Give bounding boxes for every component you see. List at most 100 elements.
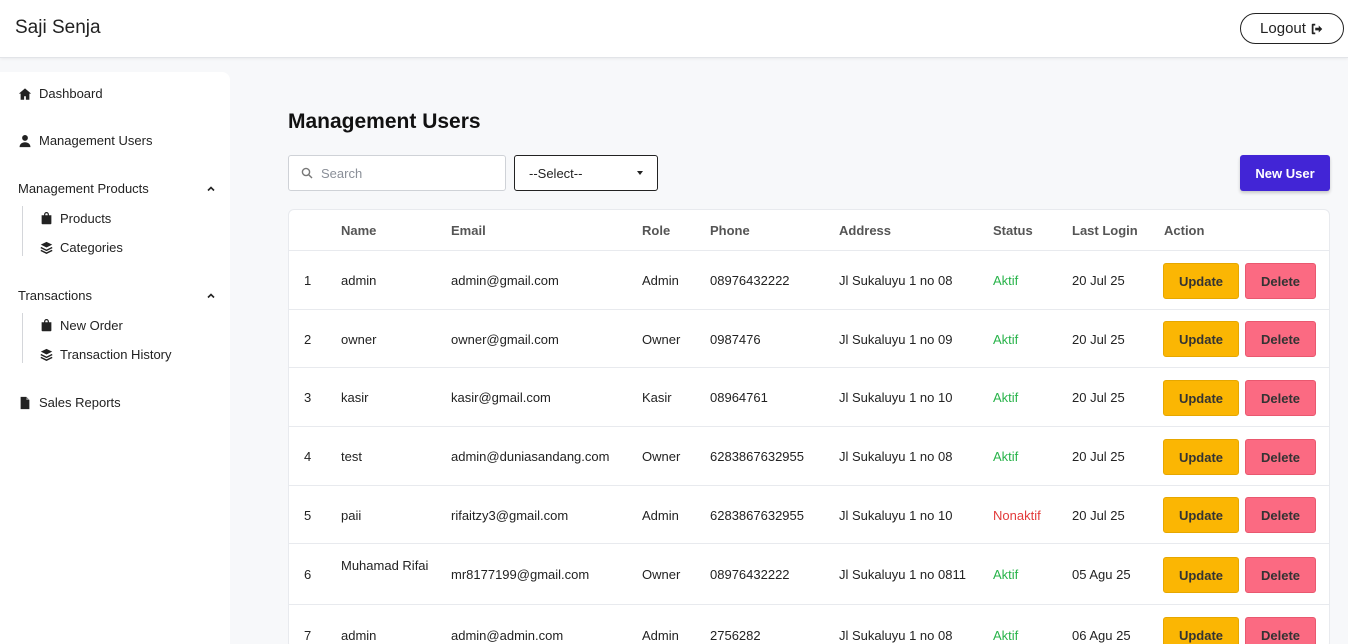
sidebar-item-label: Dashboard — [39, 86, 103, 101]
update-button[interactable]: Update — [1163, 263, 1239, 299]
phone-cell: 08976432222 — [710, 567, 790, 582]
status-cell: Aktif — [993, 390, 1019, 405]
update-button[interactable]: Update — [1163, 321, 1239, 357]
phone-cell: 0987476 — [710, 332, 761, 347]
status-cell: Aktif — [993, 332, 1019, 347]
sidebar-item-management-users[interactable]: Management Users — [18, 133, 152, 148]
name-cell: owner — [341, 332, 377, 347]
column-header: Action — [1164, 223, 1205, 238]
update-button[interactable]: Update — [1163, 617, 1239, 644]
phone-cell: 2756282 — [710, 628, 761, 643]
update-button[interactable]: Update — [1163, 497, 1239, 533]
table-row: 5 paii rifaitzy3@gmail.com Admin 62838676329… — [289, 486, 1329, 544]
role-cell: Owner — [642, 449, 681, 464]
page-title: Management Users — [288, 110, 481, 133]
email-cell: admin@gmail.com — [451, 273, 559, 288]
status-cell: Aktif — [993, 449, 1019, 464]
last-login-cell: 05 Agu 25 — [1072, 567, 1131, 582]
sidebar-group-transactions[interactable]: Transactions — [18, 288, 216, 303]
logout-icon — [1311, 23, 1323, 34]
new-user-button[interactable]: New User — [1240, 155, 1330, 191]
row-number-cell: 1 — [304, 273, 312, 288]
sidebar-item-products[interactable]: Products — [40, 211, 111, 226]
email-cell: admin@duniasandang.com — [451, 449, 610, 464]
last-login-cell: 20 Jul 25 — [1072, 332, 1125, 347]
table-row: 6 Muhamad Rifai mr8177199@gmail.com Owner 08… — [289, 544, 1329, 605]
row-number-cell: 3 — [304, 390, 312, 405]
table-row: 3 kasir kasir@gmail.com Kasir 08964761 Jl Suk… — [289, 368, 1329, 427]
sidebar-item-transaction-history[interactable]: Transaction History — [40, 347, 172, 362]
update-button[interactable]: Update — [1163, 557, 1239, 593]
sidebar-item-label: Transaction History — [60, 347, 172, 362]
search-icon — [301, 167, 313, 179]
status-cell: Aktif — [993, 273, 1019, 288]
column-header: Address — [839, 223, 892, 238]
brand-title: Saji Senja — [15, 17, 101, 38]
sidebar-group-label: Management Products — [18, 181, 149, 196]
address-cell: Jl Sukaluyu 1 no 10 — [839, 390, 953, 405]
delete-button[interactable]: Delete — [1245, 617, 1316, 644]
table-row: 2 owner owner@gmail.com Owner 0987476 Jl Suka… — [289, 310, 1329, 368]
file-icon — [20, 396, 30, 409]
email-cell: mr8177199@gmail.com — [451, 567, 590, 582]
last-login-cell: 20 Jul 25 — [1072, 449, 1125, 464]
status-cell: Aktif — [993, 567, 1019, 582]
chevron-up-icon — [207, 292, 215, 298]
sidebar-item-new-order[interactable]: New Order — [40, 318, 123, 333]
role-cell: Kasir — [642, 390, 672, 405]
logout-label: Logout — [1260, 20, 1306, 37]
search-input[interactable] — [321, 165, 491, 181]
address-cell: Jl Sukaluyu 1 no 08 — [839, 449, 953, 464]
delete-button[interactable]: Delete — [1245, 263, 1316, 299]
bag-icon — [41, 212, 52, 225]
address-cell: Jl Sukaluyu 1 no 10 — [839, 508, 953, 523]
layers-icon — [40, 348, 53, 361]
caret-down-icon — [637, 171, 643, 175]
search-box[interactable] — [288, 155, 506, 191]
phone-cell: 08976432222 — [710, 273, 790, 288]
logout-button[interactable]: Logout — [1240, 13, 1344, 44]
phone-cell: 6283867632955 — [710, 449, 804, 464]
delete-button[interactable]: Delete — [1245, 439, 1316, 475]
delete-button[interactable]: Delete — [1245, 380, 1316, 416]
last-login-cell: 20 Jul 25 — [1072, 390, 1125, 405]
sidebar-item-sales-reports[interactable]: Sales Reports — [18, 395, 121, 410]
delete-button[interactable]: Delete — [1245, 497, 1316, 533]
email-cell: kasir@gmail.com — [451, 390, 551, 405]
layers-icon — [40, 241, 53, 254]
column-header: Phone — [710, 223, 750, 238]
submenu-divider — [22, 313, 23, 363]
submenu-divider — [22, 206, 23, 256]
top-navbar: Saji Senja Logout — [0, 0, 1348, 58]
sidebar-item-dashboard[interactable]: Dashboard — [18, 86, 103, 101]
update-button[interactable]: Update — [1163, 380, 1239, 416]
column-header: Status — [993, 223, 1033, 238]
role-cell: Owner — [642, 567, 681, 582]
table-row: 7 admin admin@admin.com Admin 2756282 Jl Suka… — [289, 605, 1329, 644]
name-cell: test — [341, 449, 362, 464]
email-cell: owner@gmail.com — [451, 332, 559, 347]
role-cell: Owner — [642, 332, 681, 347]
table-row: 4 test admin@duniasandang.com Owner 62838676… — [289, 427, 1329, 486]
name-cell: Muhamad Rifai — [341, 558, 429, 573]
table-row: 1 admin admin@gmail.com Admin 08976432222 Jl … — [289, 251, 1329, 310]
address-cell: Jl Sukaluyu 1 no 08 — [839, 628, 953, 643]
user-icon — [19, 134, 31, 147]
sidebar-group-management-products[interactable]: Management Products — [18, 181, 216, 196]
sidebar-item-label: Categories — [60, 240, 123, 255]
table-header-row: Name Email Role Phone Address Status Las… — [289, 210, 1329, 251]
column-header: Role — [642, 223, 671, 238]
address-cell: Jl Sukaluyu 1 no 08 — [839, 273, 953, 288]
sidebar-group-label: Transactions — [18, 288, 92, 303]
role-filter-select[interactable]: --Select-- — [514, 155, 658, 191]
delete-button[interactable]: Delete — [1245, 557, 1316, 593]
role-cell: Admin — [642, 628, 679, 643]
home-icon — [18, 87, 32, 100]
sidebar-item-categories[interactable]: Categories — [40, 240, 123, 255]
update-button[interactable]: Update — [1163, 439, 1239, 475]
users-table: Name Email Role Phone Address Status Las… — [288, 209, 1330, 644]
last-login-cell: 20 Jul 25 — [1072, 508, 1125, 523]
row-number-cell: 4 — [304, 449, 312, 464]
delete-button[interactable]: Delete — [1245, 321, 1316, 357]
address-cell: Jl Sukaluyu 1 no 09 — [839, 332, 953, 347]
